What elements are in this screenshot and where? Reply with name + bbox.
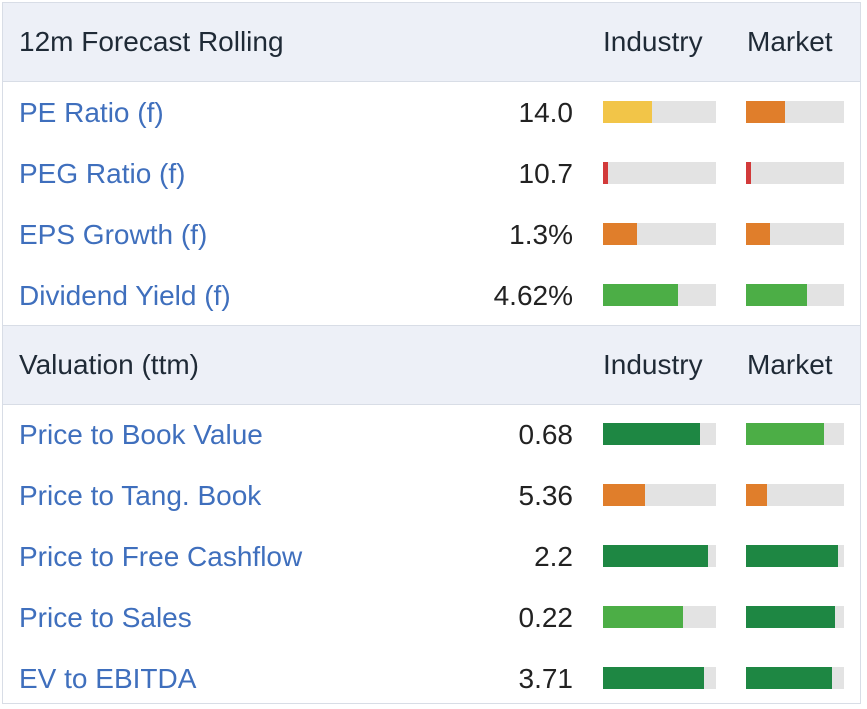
ratio-value: 2.2 <box>534 541 573 572</box>
bar-fill <box>746 484 767 506</box>
ratio-row-dividend-yield: Dividend Yield (f) 4.62% <box>3 265 860 326</box>
ratio-row-price-to-tang-book: Price to Tang. Book 5.36 <box>3 465 860 526</box>
industry-rank-bar <box>603 545 716 567</box>
industry-rank-bar <box>603 284 716 306</box>
bar-fill <box>746 606 836 628</box>
market-rank-bar <box>746 162 844 184</box>
ratio-value: 14.0 <box>518 97 574 128</box>
market-rank-bar <box>746 223 844 245</box>
industry-rank-bar <box>603 101 716 123</box>
bar-fill <box>603 484 645 506</box>
market-rank-bar <box>746 667 844 689</box>
ratio-link-price-to-book[interactable]: Price to Book Value <box>19 404 263 465</box>
industry-rank-bar <box>603 667 716 689</box>
market-rank-bar <box>746 484 844 506</box>
market-rank-bar <box>746 101 844 123</box>
ratio-row-ev-to-ebitda: EV to EBITDA 3.71 <box>3 648 860 709</box>
section-header-valuation: Valuation (ttm) Industry Market <box>3 325 860 405</box>
ratio-link-pe[interactable]: PE Ratio (f) <box>19 82 164 143</box>
ratios-panel: 12m Forecast Rolling Industry Market PE … <box>2 2 861 704</box>
ratio-value: 5.36 <box>518 480 574 511</box>
ratio-link-price-to-fcf[interactable]: Price to Free Cashflow <box>19 526 302 587</box>
ratio-row-price-to-fcf: Price to Free Cashflow 2.2 <box>3 526 860 587</box>
ratio-link-dividend-yield[interactable]: Dividend Yield (f) <box>19 265 231 326</box>
ratio-row-price-to-book: Price to Book Value 0.68 <box>3 404 860 465</box>
bar-fill <box>603 223 637 245</box>
market-rank-bar <box>746 606 844 628</box>
bar-fill <box>603 423 701 445</box>
market-rank-bar <box>746 284 844 306</box>
industry-rank-bar <box>603 223 716 245</box>
ratio-link-peg[interactable]: PEG Ratio (f) <box>19 143 185 204</box>
bar-fill <box>603 162 608 184</box>
bar-fill <box>603 545 709 567</box>
ratio-value: 3.71 <box>518 663 574 694</box>
ratio-row-pe: PE Ratio (f) 14.0 <box>3 82 860 143</box>
bar-fill <box>603 606 684 628</box>
ratio-link-price-to-tang-book[interactable]: Price to Tang. Book <box>19 465 261 526</box>
industry-column-header: Industry <box>603 349 703 380</box>
bar-fill <box>746 284 807 306</box>
industry-column-header: Industry <box>603 26 703 57</box>
bar-fill <box>603 101 652 123</box>
ratio-row-price-to-sales: Price to Sales 0.22 <box>3 587 860 648</box>
ratio-value: 10.7 <box>518 158 574 189</box>
ratio-value: 0.22 <box>518 602 574 633</box>
bar-fill <box>746 667 833 689</box>
market-rank-bar <box>746 545 844 567</box>
industry-rank-bar <box>603 162 716 184</box>
ratio-value: 0.68 <box>518 419 574 450</box>
market-column-header: Market <box>747 26 833 57</box>
bar-fill <box>746 101 786 123</box>
industry-rank-bar <box>603 606 716 628</box>
ratio-value: 1.3% <box>509 219 573 250</box>
ratio-row-peg: PEG Ratio (f) 10.7 <box>3 143 860 204</box>
ratio-value: 4.62% <box>493 280 573 311</box>
ratio-link-eps-growth[interactable]: EPS Growth (f) <box>19 204 207 265</box>
bar-fill <box>746 545 839 567</box>
bar-fill <box>746 162 751 184</box>
market-column-header: Market <box>747 349 833 380</box>
market-rank-bar <box>746 423 844 445</box>
section-title: Valuation (ttm) <box>19 349 199 380</box>
bar-fill <box>746 223 770 245</box>
section-header-forecast: 12m Forecast Rolling Industry Market <box>3 3 860 82</box>
bar-fill <box>746 423 825 445</box>
industry-rank-bar <box>603 484 716 506</box>
bar-fill <box>603 284 678 306</box>
ratio-link-price-to-sales[interactable]: Price to Sales <box>19 587 192 648</box>
industry-rank-bar <box>603 423 716 445</box>
bar-fill <box>603 667 704 689</box>
ratio-row-eps-growth: EPS Growth (f) 1.3% <box>3 204 860 265</box>
section-title: 12m Forecast Rolling <box>19 26 284 57</box>
ratio-link-ev-to-ebitda[interactable]: EV to EBITDA <box>19 648 196 709</box>
